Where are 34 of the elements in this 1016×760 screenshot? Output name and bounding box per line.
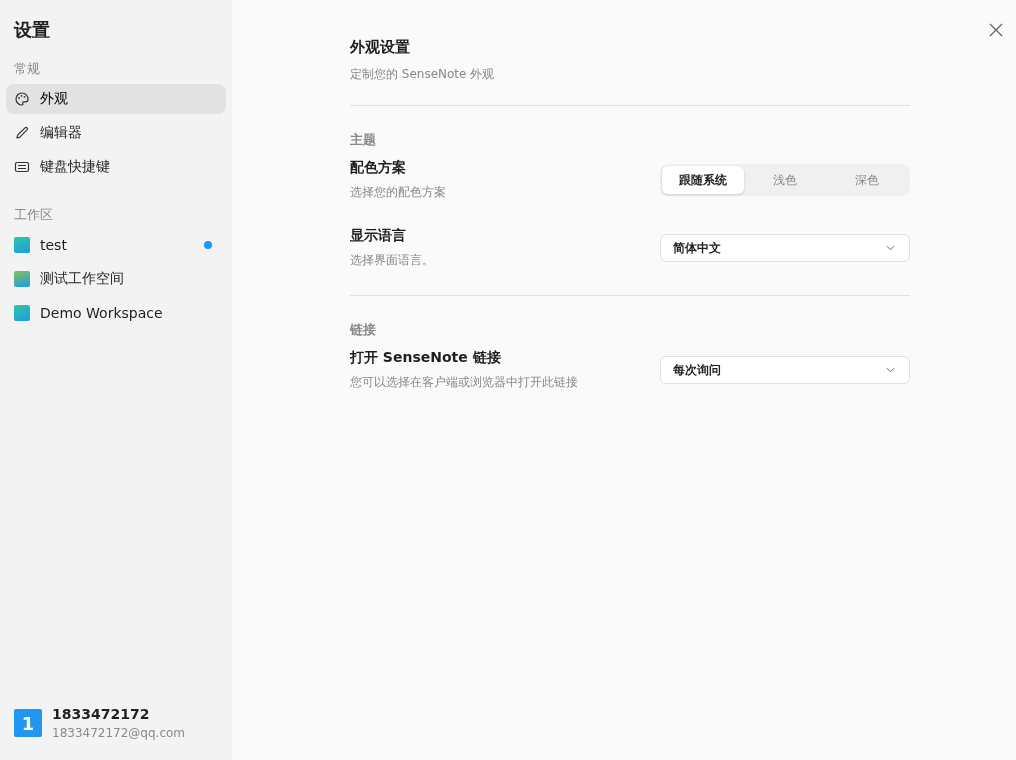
pencil-icon bbox=[14, 125, 30, 141]
dropdown[interactable]: 简体中文 bbox=[660, 234, 910, 262]
workspace-icon bbox=[14, 271, 30, 287]
setting-description: 您可以选择在客户端或浏览器中打开此链接 bbox=[350, 374, 578, 391]
close-button[interactable] bbox=[989, 23, 1003, 37]
workspace-icon bbox=[14, 305, 30, 321]
account-name: 1833472172 bbox=[52, 706, 151, 722]
palette-icon bbox=[14, 91, 30, 107]
workspace-item[interactable]: 测试工作空间 bbox=[6, 264, 226, 294]
setting-label: 打开 SenseNote 链接 bbox=[350, 349, 502, 367]
setting-label: 显示语言 bbox=[350, 227, 407, 245]
page-subtitle: 定制您的 SenseNote 外观 bbox=[350, 66, 496, 83]
section-heading: 链接 bbox=[350, 321, 377, 339]
workspace-item[interactable]: test bbox=[6, 230, 226, 260]
chevron-down-icon bbox=[886, 245, 895, 251]
sidebar-item[interactable]: 外观 bbox=[6, 84, 226, 114]
setting-description: 选择您的配色方案 bbox=[350, 184, 446, 201]
page-title: 外观设置 bbox=[350, 38, 411, 57]
sidebar-title: 设置 bbox=[12, 18, 51, 42]
section-heading: 常规 bbox=[13, 60, 41, 78]
sidebar-item[interactable]: 编辑器 bbox=[6, 118, 226, 148]
workspace-icon bbox=[14, 237, 30, 253]
section-heading: 工作区 bbox=[13, 206, 54, 224]
keyboard-icon bbox=[14, 159, 30, 175]
account-email: 1833472172@qq.com bbox=[52, 726, 186, 740]
sidebar-item[interactable]: 键盘快捷键 bbox=[6, 152, 226, 182]
segment-option[interactable]: 跟随系统 bbox=[662, 166, 744, 194]
workspace-item[interactable]: Demo Workspace bbox=[6, 298, 226, 328]
chevron-down-icon bbox=[886, 367, 895, 373]
section-heading: 主题 bbox=[350, 131, 377, 149]
setting-label: 配色方案 bbox=[350, 159, 407, 177]
setting-description: 选择界面语言。 bbox=[350, 252, 434, 269]
avatar: 1 bbox=[14, 709, 42, 737]
dropdown[interactable]: 每次询问 bbox=[660, 356, 910, 384]
